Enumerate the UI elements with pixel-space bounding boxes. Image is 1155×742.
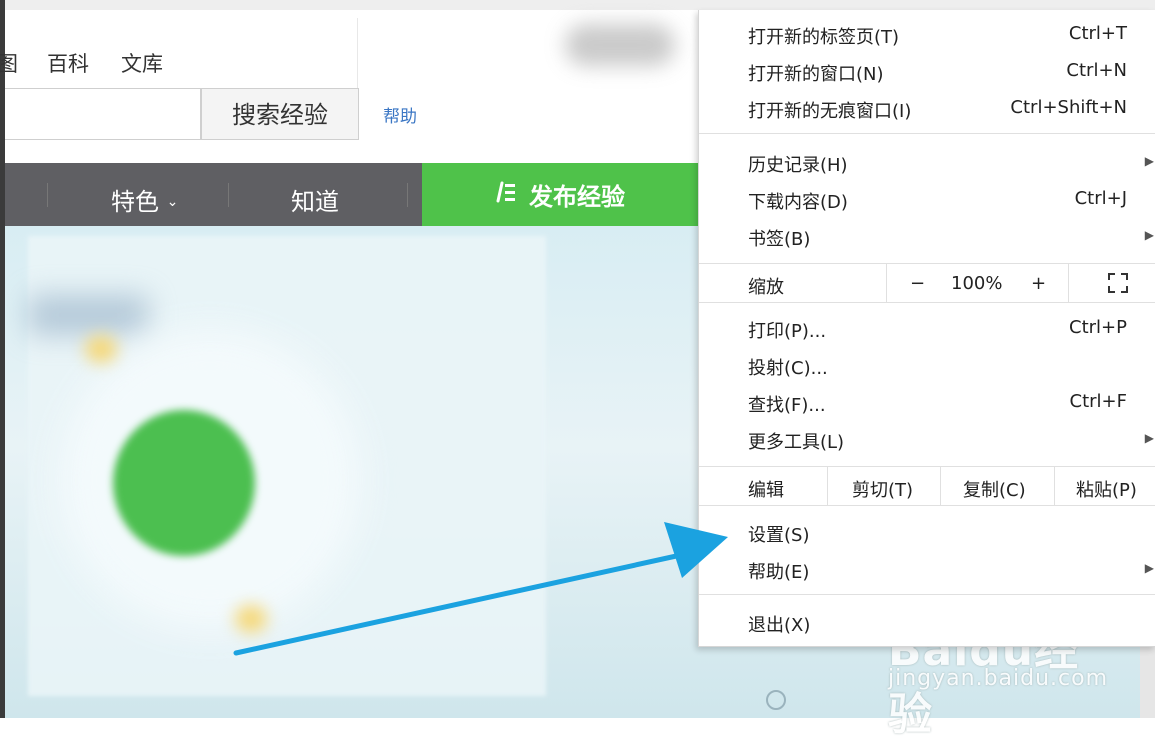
menu-shortcut: Ctrl+T — [1068, 23, 1127, 44]
publish-experience-button[interactable]: 发布经验 — [422, 163, 698, 226]
menu-label: 书签(B) — [748, 229, 811, 250]
menu-item-history[interactable]: 历史记录(H) ▶ — [699, 144, 1155, 181]
cut-button[interactable]: 剪切(T) — [852, 476, 913, 502]
menu-label: 退出(X) — [748, 615, 811, 636]
browser-top-strip — [5, 0, 1155, 10]
menu-item-exit[interactable]: 退出(X) — [699, 604, 1155, 641]
triangle-right-icon: ▶ — [1144, 228, 1154, 242]
nav-divider — [407, 183, 408, 207]
menu-label: 查找(F)... — [748, 395, 826, 416]
triangle-right-icon: ▶ — [1144, 561, 1154, 575]
menu-label: 帮助(E) — [748, 562, 810, 583]
menu-shortcut: Ctrl+Shift+N — [1010, 97, 1127, 118]
main-nav-bar: 特色 ⌄ 知道 — [5, 163, 422, 226]
menu-item-new-tab[interactable]: 打开新的标签页(T) Ctrl+T — [699, 16, 1155, 53]
publish-experience-label: 发布经验 — [529, 183, 625, 211]
nav-item-zhidao[interactable]: 知道 — [291, 182, 339, 217]
edit-divider — [827, 467, 828, 505]
menu-item-bookmarks[interactable]: 书签(B) ▶ — [699, 218, 1155, 255]
menu-zoom-row: 缩放 − 100% + — [699, 264, 1155, 302]
zoom-out-button[interactable]: − — [910, 273, 925, 294]
nav-divider — [47, 183, 48, 207]
menu-item-new-window[interactable]: 打开新的窗口(N) Ctrl+N — [699, 53, 1155, 90]
menu-label: 历史记录(H) — [748, 155, 848, 176]
menu-item-help[interactable]: 帮助(E) ▶ — [699, 551, 1155, 588]
menu-label: 更多工具(L) — [748, 432, 845, 453]
menu-label: 打开新的标签页(T) — [748, 27, 900, 48]
search-button[interactable]: 搜索经验 — [201, 88, 359, 140]
top-nav-item-baike[interactable]: 百科 — [47, 48, 89, 78]
menu-separator — [699, 133, 1155, 134]
menu-item-find[interactable]: 查找(F)... Ctrl+F — [699, 384, 1155, 421]
menu-label: 打开新的窗口(N) — [748, 64, 884, 85]
page-edge — [1140, 640, 1155, 718]
nav-divider — [228, 183, 229, 207]
paste-button[interactable]: 粘贴(P) — [1076, 476, 1137, 502]
top-nav-item-image[interactable]: 图 — [0, 48, 18, 78]
blurred-header-element — [565, 24, 675, 66]
menu-label: 设置(S) — [748, 525, 810, 546]
zoom-in-button[interactable]: + — [1031, 273, 1046, 294]
edit-label: 编辑 — [748, 480, 784, 501]
zoom-level: 100% — [951, 273, 1003, 294]
menu-shortcut: Ctrl+J — [1074, 188, 1127, 209]
menu-label: 下载内容(D) — [748, 192, 848, 213]
nav-item-featured-label: 特色 — [111, 188, 159, 216]
menu-item-new-incognito-window[interactable]: 打开新的无痕窗口(I) Ctrl+Shift+N — [699, 90, 1155, 127]
menu-shortcut: Ctrl+P — [1069, 317, 1127, 338]
chevron-down-icon: ⌄ — [166, 194, 179, 210]
edit-divider — [1054, 467, 1055, 505]
blurred-dot — [85, 335, 117, 363]
menu-separator — [699, 302, 1155, 303]
menu-item-cast[interactable]: 投射(C)... — [699, 347, 1155, 384]
menu-edit-row: 编辑 剪切(T) 复制(C) 粘贴(P) — [699, 467, 1155, 505]
fullscreen-icon[interactable] — [1108, 273, 1128, 293]
menu-label: 打印(P)... — [748, 321, 827, 342]
zoom-divider — [1068, 264, 1069, 302]
blurred-green-circle — [113, 410, 255, 556]
triangle-right-icon: ▶ — [1144, 154, 1154, 168]
help-link[interactable]: 帮助 — [383, 102, 417, 127]
pen-list-icon — [495, 180, 519, 210]
menu-item-more-tools[interactable]: 更多工具(L) ▶ — [699, 421, 1155, 458]
blurred-dot — [235, 605, 267, 633]
menu-separator — [699, 594, 1155, 595]
decorative-circle — [766, 690, 786, 710]
menu-item-downloads[interactable]: 下载内容(D) Ctrl+J — [699, 181, 1155, 218]
menu-label: 打开新的无痕窗口(I) — [748, 101, 912, 122]
menu-item-settings[interactable]: 设置(S) — [699, 514, 1155, 551]
nav-item-featured[interactable]: 特色 ⌄ — [111, 182, 178, 217]
watermark-url: jingyan.baidu.com — [888, 666, 1109, 691]
menu-shortcut: Ctrl+F — [1069, 391, 1127, 412]
copy-button[interactable]: 复制(C) — [963, 476, 1026, 502]
top-nav: 图 百科 文库 — [0, 18, 358, 89]
blurred-text — [28, 295, 148, 335]
browser-main-menu: 打开新的标签页(T) Ctrl+T 打开新的窗口(N) Ctrl+N 打开新的无… — [698, 10, 1155, 647]
triangle-right-icon: ▶ — [1144, 431, 1154, 445]
menu-shortcut: Ctrl+N — [1066, 60, 1127, 81]
edit-divider — [940, 467, 941, 505]
menu-label: 投射(C)... — [748, 358, 828, 379]
search-input[interactable] — [5, 88, 201, 140]
top-nav-item-wenku[interactable]: 文库 — [121, 48, 163, 78]
menu-item-print[interactable]: 打印(P)... Ctrl+P — [699, 310, 1155, 347]
menu-separator — [699, 505, 1155, 506]
zoom-divider — [886, 264, 887, 302]
zoom-label: 缩放 — [748, 277, 784, 298]
